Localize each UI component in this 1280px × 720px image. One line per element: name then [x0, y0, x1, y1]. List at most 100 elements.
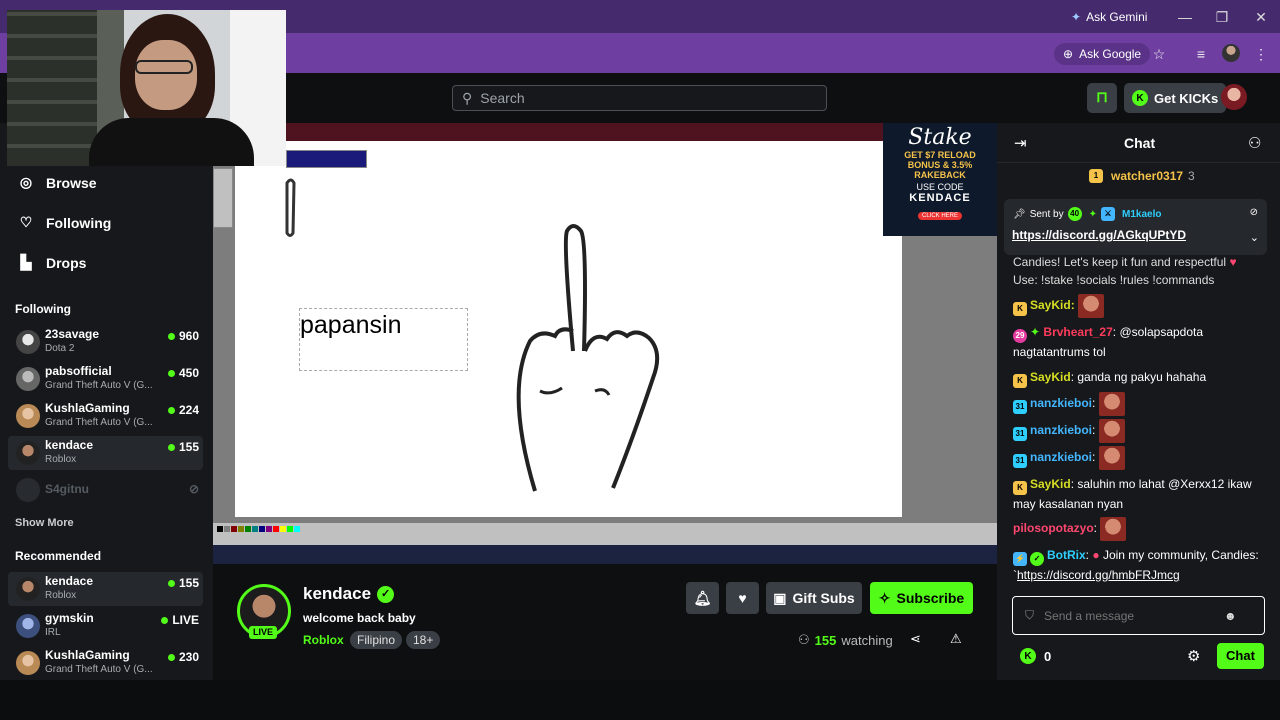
channel-name: kendace: [45, 438, 94, 452]
follow-button[interactable]: ♥: [726, 582, 759, 614]
gift-subs-button[interactable]: ▣ Gift Subs: [766, 582, 862, 614]
chat-message: ⚡ ✓ BotRix: ● Join my community, Candies: …: [1013, 548, 1259, 582]
channel-name: gymskin: [45, 611, 94, 625]
stake-ad-banner[interactable]: Stake GET $7 RELOAD BONUS & 3.5% RAKEBAC…: [883, 123, 997, 236]
recommended-channel-kendace[interactable]: kendace Roblox 155: [8, 572, 203, 606]
following-channel-kushlagaming[interactable]: KushlaGaming Grand Theft Auto V (G... 22…: [8, 399, 203, 433]
avatar: [16, 404, 40, 428]
browser-menu-icon[interactable]: ⋮: [1250, 43, 1272, 65]
viewer-count: 230: [167, 650, 199, 664]
category-link[interactable]: Roblox: [303, 633, 344, 647]
following-channel-pabsofficial[interactable]: pabsofficial Grand Theft Auto V (G... 45…: [8, 362, 203, 396]
crown-icon: 1: [1089, 169, 1103, 183]
chat-username[interactable]: SayKid: [1030, 298, 1071, 312]
following-channel-23savage[interactable]: 23savage Dota 2 960: [8, 325, 203, 359]
rewards-icon-button[interactable]: ⊓: [1087, 83, 1117, 113]
following-channel-s4gitnu[interactable]: S4gitnu ⊘: [8, 473, 203, 507]
nav-following[interactable]: ♡ Following: [18, 214, 112, 231]
bookmark-star-icon[interactable]: ☆: [1148, 43, 1170, 65]
channel-game: Roblox: [45, 454, 77, 465]
verified-icon: ✓: [1030, 552, 1044, 566]
kick-badge-icon: K: [1013, 481, 1027, 495]
chat-input-box[interactable]: ⛉ ☻: [1012, 596, 1265, 635]
viewers-icon: ⚇: [798, 632, 810, 647]
chat-username[interactable]: nanzkieboi: [1030, 450, 1092, 464]
search-icon: ⚲: [462, 89, 473, 106]
gear-icon[interactable]: ⚙: [1187, 647, 1200, 665]
chat-message: K SayKid: saluhin mo lahat @Xerxx12 ikaw …: [1013, 477, 1252, 511]
viewers-number: 155: [814, 632, 837, 648]
chat-message: K SayKid:: [1013, 294, 1263, 318]
ad-cta-button[interactable]: CLICK HERE: [917, 212, 962, 220]
report-warning-icon[interactable]: ⚠: [950, 631, 962, 647]
gift-leader-name: watcher0317: [1111, 169, 1184, 183]
chat-username[interactable]: SayKid: [1030, 370, 1071, 384]
browser-profile-avatar[interactable]: [1222, 44, 1240, 62]
subscribe-button[interactable]: ✧ Subscribe: [870, 582, 973, 614]
message-text: Use: !stake !socials !rules !commands: [1013, 273, 1215, 287]
chat-message-input[interactable]: [1044, 608, 1215, 623]
chat-username[interactable]: Brvheart_27: [1043, 325, 1112, 339]
shield-icon[interactable]: ⛉: [1025, 608, 1034, 623]
sub-badge: 31: [1013, 427, 1027, 442]
chat-username[interactable]: pilosopotazyo: [1013, 521, 1094, 535]
restore-button[interactable]: ❐: [1207, 6, 1237, 28]
nav-browse[interactable]: ◎ Browse: [18, 174, 97, 191]
chat-message: 29 ✦ Brvheart_27: @solapsapdota nagtatant…: [1013, 325, 1204, 359]
sub-badge: 40: [1067, 207, 1082, 221]
tag-18plus[interactable]: 18+: [406, 631, 441, 649]
search-placeholder: Search: [480, 90, 525, 106]
chat-username[interactable]: SayKid: [1030, 477, 1071, 491]
recommended-channel-kushlagaming[interactable]: KushlaGaming Grand Theft Auto V (G... 23…: [8, 646, 203, 680]
close-window-button[interactable]: ✕: [1246, 6, 1276, 28]
bell-icon: 🔔︎: [693, 589, 712, 606]
streamer-face: [135, 40, 197, 110]
channel-name: KushlaGaming: [45, 648, 130, 662]
notification-bell-button[interactable]: 🔔︎: [686, 582, 719, 614]
kick-badge-icon: K: [1013, 302, 1027, 317]
show-more-link[interactable]: Show More: [15, 517, 74, 529]
send-chat-button[interactable]: Chat: [1217, 643, 1264, 669]
streamer-name[interactable]: kendace ✓: [303, 584, 395, 604]
viewer-count: 224: [167, 403, 199, 417]
channel-game: IRL: [45, 627, 61, 638]
hide-eye-icon[interactable]: ⊘: [1250, 207, 1258, 218]
nav-drops-label: Drops: [46, 254, 87, 271]
pinned-message[interactable]: 📌︎ Sent by 40 ✦ ⚔ M1kaelo ⊘ https://disc…: [1004, 199, 1267, 255]
live-dot-icon: [167, 653, 175, 661]
ask-google-button[interactable]: ⊕ Ask Google: [1054, 43, 1151, 65]
message-link[interactable]: https://discord.gg/hmbFRJmcg: [1017, 568, 1180, 582]
chat-username[interactable]: BotRix: [1047, 548, 1086, 562]
video-player[interactable]: papansin Stake GET $7 RELOAD BONUS & 3.5…: [213, 123, 997, 564]
watching-label: watching: [841, 632, 893, 648]
live-dot-icon: [167, 406, 175, 414]
media-queue-icon[interactable]: ≡: [1190, 43, 1212, 65]
minimize-button[interactable]: —: [1170, 6, 1200, 28]
chevron-down-icon[interactable]: ⌄: [1250, 231, 1259, 244]
ad-line-2: BONUS & 3.5%: [907, 160, 973, 170]
paint-titlebar: [213, 123, 997, 141]
following-heading: Following: [15, 302, 71, 316]
chat-username[interactable]: nanzkieboi: [1030, 423, 1092, 437]
tag-filipino[interactable]: Filipino: [350, 631, 403, 649]
nav-drops[interactable]: ▙ Drops: [18, 254, 87, 271]
pinned-link[interactable]: https://discord.gg/AGkqUPtYD: [1012, 228, 1186, 242]
recommended-channel-gymskin[interactable]: gymskin IRL LIVE: [8, 609, 203, 643]
following-channel-kendace[interactable]: kendace Roblox 155: [8, 436, 203, 470]
offline-eye-icon: ⊘: [188, 482, 199, 496]
collapse-chat-icon[interactable]: ⇥: [1014, 134, 1027, 152]
pinned-username[interactable]: M1kaelo: [1122, 209, 1161, 220]
ask-gemini-button[interactable]: ✦ Ask Gemini: [1063, 6, 1155, 28]
share-icon[interactable]: ⋖: [910, 631, 921, 647]
emoji-icon[interactable]: ☻: [1224, 609, 1237, 623]
search-input[interactable]: ⚲ Search: [452, 85, 827, 111]
user-avatar[interactable]: [1221, 84, 1247, 110]
gift-leader-count: 3: [1188, 169, 1195, 183]
gift-leaderboard[interactable]: 1 watcher0317 3: [1089, 169, 1195, 183]
glasses: [135, 60, 193, 74]
chat-username[interactable]: nanzkieboi: [1030, 396, 1092, 410]
chat-users-icon[interactable]: ⚇: [1248, 134, 1261, 152]
get-kicks-button[interactable]: K Get KICKs: [1124, 83, 1227, 113]
kicks-balance[interactable]: K 0: [1020, 648, 1051, 664]
live-dot-icon: [167, 369, 175, 377]
